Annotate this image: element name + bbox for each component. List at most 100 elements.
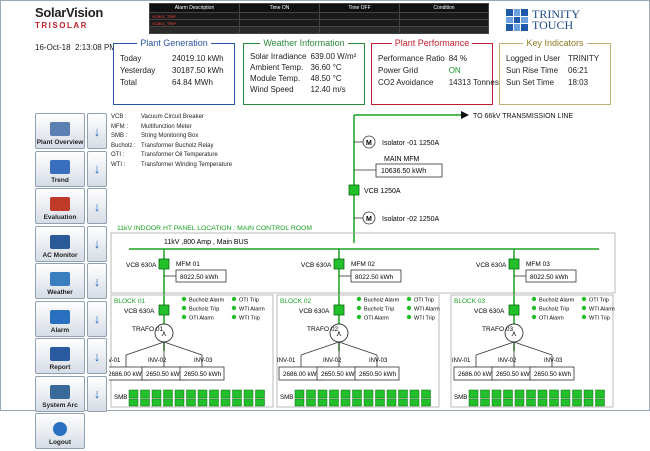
smb-indicator[interactable] bbox=[583, 398, 594, 407]
expand-arrow-icon[interactable]: ↓ bbox=[87, 225, 107, 262]
smb-indicator[interactable] bbox=[220, 389, 231, 399]
smb-indicator[interactable] bbox=[255, 398, 265, 407]
alarm-row[interactable]: VCB01_TRIP bbox=[149, 19, 489, 27]
smb-indicator[interactable] bbox=[468, 389, 479, 399]
nav-button-trend[interactable]: Trend bbox=[35, 150, 85, 187]
block-vcb-breaker[interactable] bbox=[508, 304, 520, 316]
smb-indicator[interactable] bbox=[503, 398, 513, 407]
smb-indicator[interactable] bbox=[398, 389, 408, 399]
logout-button-face[interactable]: Logout bbox=[35, 413, 85, 449]
smb-indicator[interactable] bbox=[306, 389, 316, 399]
smb-indicator[interactable] bbox=[386, 389, 397, 399]
smb-indicator[interactable] bbox=[583, 389, 594, 399]
smb-indicator[interactable] bbox=[306, 398, 316, 407]
smb-indicator[interactable] bbox=[514, 389, 525, 399]
nav-button-ac-monitor[interactable]: AC Monitor bbox=[35, 225, 85, 262]
smb-indicator[interactable] bbox=[549, 398, 559, 407]
nav-button-alarm[interactable]: Alarm bbox=[35, 300, 85, 337]
smb-indicator[interactable] bbox=[468, 398, 479, 407]
sidebar-item-weather[interactable]: Weather ↓ bbox=[35, 263, 107, 299]
feeder-vcb-breaker[interactable] bbox=[333, 258, 345, 270]
smb-indicator[interactable] bbox=[209, 389, 219, 399]
smb-indicator[interactable] bbox=[128, 398, 139, 407]
smb-indicator[interactable] bbox=[537, 398, 548, 407]
logout-button[interactable]: Logout bbox=[35, 413, 107, 449]
smb-indicator[interactable] bbox=[375, 389, 385, 399]
feeder-vcb-breaker[interactable] bbox=[508, 258, 520, 270]
smb-indicator[interactable] bbox=[243, 398, 254, 407]
smb-indicator[interactable] bbox=[197, 398, 208, 407]
smb-indicator[interactable] bbox=[174, 398, 185, 407]
smb-indicator[interactable] bbox=[421, 398, 431, 407]
smb-indicator[interactable] bbox=[514, 398, 525, 407]
smb-indicator[interactable] bbox=[480, 389, 490, 399]
smb-indicator[interactable] bbox=[209, 398, 219, 407]
smb-indicator[interactable] bbox=[595, 389, 605, 399]
smb-indicator[interactable] bbox=[340, 398, 351, 407]
smb-indicator[interactable] bbox=[329, 398, 339, 407]
smb-indicator[interactable] bbox=[352, 398, 362, 407]
smb-indicator[interactable] bbox=[243, 389, 254, 399]
smb-indicator[interactable] bbox=[151, 398, 162, 407]
sidebar-item-system-arc[interactable]: System Arc ↓ bbox=[35, 375, 107, 412]
alarm-row[interactable]: VCB01_TRIP bbox=[149, 12, 489, 20]
smb-indicator[interactable] bbox=[140, 389, 150, 399]
nav-button-system-arc[interactable]: System Arc bbox=[35, 375, 85, 412]
block-vcb-breaker[interactable] bbox=[158, 304, 170, 316]
smb-indicator[interactable] bbox=[163, 389, 173, 399]
smb-indicator[interactable] bbox=[421, 389, 431, 399]
smb-indicator[interactable] bbox=[352, 389, 362, 399]
nav-button-evaluation[interactable]: Evaluation bbox=[35, 188, 85, 224]
smb-indicator[interactable] bbox=[480, 398, 490, 407]
smb-indicator[interactable] bbox=[572, 398, 582, 407]
smb-indicator[interactable] bbox=[526, 389, 536, 399]
smb-indicator[interactable] bbox=[294, 398, 305, 407]
smb-indicator[interactable] bbox=[232, 389, 242, 399]
smb-indicator[interactable] bbox=[491, 389, 502, 399]
smb-indicator[interactable] bbox=[186, 389, 196, 399]
smb-indicator[interactable] bbox=[186, 398, 196, 407]
expand-arrow-icon[interactable]: ↓ bbox=[87, 338, 107, 374]
smb-indicator[interactable] bbox=[363, 389, 374, 399]
smb-indicator[interactable] bbox=[409, 398, 420, 407]
main-vcb-breaker[interactable] bbox=[348, 184, 360, 196]
smb-indicator[interactable] bbox=[340, 389, 351, 399]
feeder-vcb-breaker[interactable] bbox=[158, 258, 170, 270]
smb-indicator[interactable] bbox=[174, 389, 185, 399]
smb-indicator[interactable] bbox=[491, 398, 502, 407]
smb-indicator[interactable] bbox=[255, 389, 265, 399]
smb-indicator[interactable] bbox=[317, 398, 328, 407]
sidebar-item-evaluation[interactable]: Evaluation ↓ bbox=[35, 188, 107, 224]
expand-arrow-icon[interactable]: ↓ bbox=[87, 300, 107, 337]
expand-arrow-icon[interactable]: ↓ bbox=[87, 150, 107, 187]
sidebar-item-ac-monitor[interactable]: AC Monitor ↓ bbox=[35, 225, 107, 262]
smb-indicator[interactable] bbox=[140, 398, 150, 407]
smb-indicator[interactable] bbox=[409, 389, 420, 399]
smb-indicator[interactable] bbox=[386, 398, 397, 407]
smb-indicator[interactable] bbox=[294, 389, 305, 399]
smb-indicator[interactable] bbox=[526, 398, 536, 407]
nav-button-weather[interactable]: Weather bbox=[35, 263, 85, 299]
smb-indicator[interactable] bbox=[595, 398, 605, 407]
sidebar-item-alarm[interactable]: Alarm ↓ bbox=[35, 300, 107, 337]
smb-indicator[interactable] bbox=[329, 389, 339, 399]
smb-indicator[interactable] bbox=[375, 398, 385, 407]
sidebar-item-trend[interactable]: Trend ↓ bbox=[35, 150, 107, 187]
smb-indicator[interactable] bbox=[560, 389, 571, 399]
nav-button-plant-overview[interactable]: Plant Overview bbox=[35, 113, 85, 149]
smb-indicator[interactable] bbox=[398, 398, 408, 407]
smb-indicator[interactable] bbox=[151, 389, 162, 399]
smb-indicator[interactable] bbox=[572, 389, 582, 399]
sidebar-item-plant-overview[interactable]: Plant Overview ↓ bbox=[35, 113, 107, 149]
expand-arrow-icon[interactable]: ↓ bbox=[87, 113, 107, 149]
smb-indicator[interactable] bbox=[197, 389, 208, 399]
smb-indicator[interactable] bbox=[163, 398, 173, 407]
expand-arrow-icon[interactable]: ↓ bbox=[87, 375, 107, 412]
expand-arrow-icon[interactable]: ↓ bbox=[87, 188, 107, 224]
smb-indicator[interactable] bbox=[363, 398, 374, 407]
nav-button-report[interactable]: Report bbox=[35, 338, 85, 374]
smb-indicator[interactable] bbox=[317, 389, 328, 399]
smb-indicator[interactable] bbox=[128, 389, 139, 399]
smb-indicator[interactable] bbox=[220, 398, 231, 407]
block-vcb-breaker[interactable] bbox=[333, 304, 345, 316]
